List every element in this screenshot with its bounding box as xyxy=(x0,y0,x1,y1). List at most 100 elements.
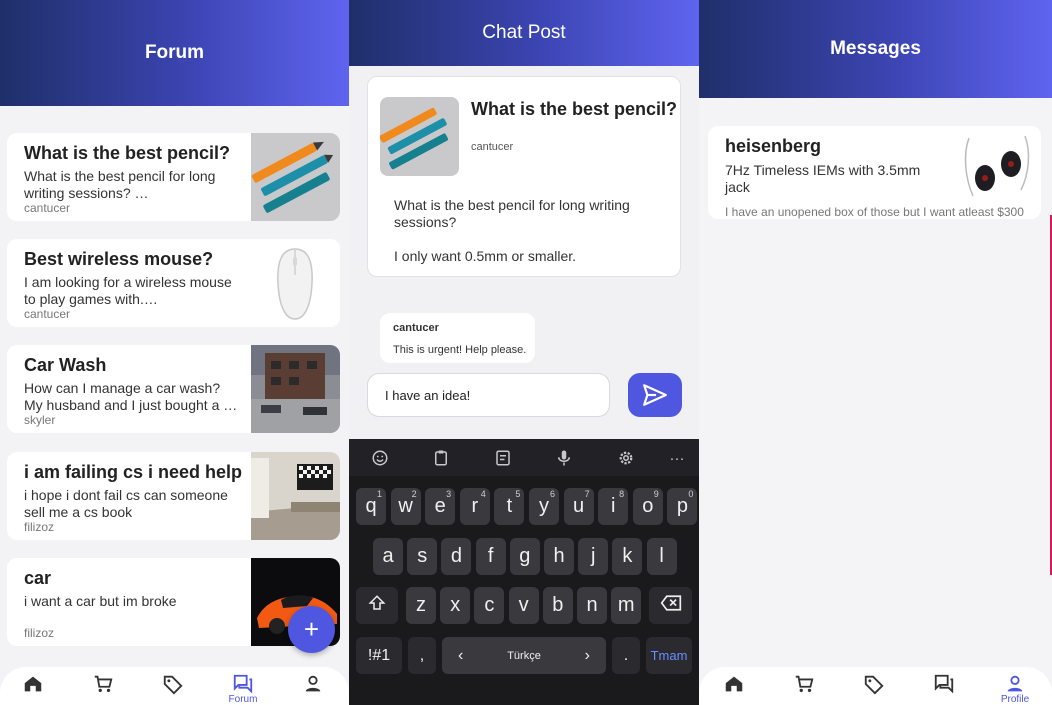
tag-icon xyxy=(864,675,884,695)
post-title: What is the best pencil? xyxy=(471,99,678,119)
key-y[interactable]: y6 xyxy=(529,488,559,525)
key-w-alt: 2 xyxy=(411,489,417,499)
key-r[interactable]: r4 xyxy=(459,488,490,525)
done-key[interactable]: Tmam xyxy=(646,637,692,674)
reply-message: cantucer This is urgent! Help please. xyxy=(380,313,535,363)
key-z[interactable]: z xyxy=(406,587,436,624)
symbols-key-label: !#1 xyxy=(367,646,391,664)
key-y-label: y xyxy=(539,495,549,517)
tab-shop[interactable] xyxy=(784,673,824,705)
key-p[interactable]: p0 xyxy=(667,488,698,525)
space-key[interactable]: ‹ Türkçe › xyxy=(442,637,606,674)
bottom-tab-bar: Profile xyxy=(699,667,1052,705)
key-k[interactable]: k xyxy=(612,538,643,575)
bottom-tab-bar: Forum xyxy=(0,667,349,705)
post-excerpt: What is the best pencil for long writing… xyxy=(24,168,216,201)
key-t[interactable]: t5 xyxy=(494,488,525,525)
comma-key[interactable]: , xyxy=(408,637,436,674)
key-b-label: b xyxy=(552,594,564,616)
comma-key-label: , xyxy=(419,646,425,664)
key-o[interactable]: o9 xyxy=(632,488,663,525)
forum-post-card[interactable]: i am failing cs i need help i hope i don… xyxy=(7,452,340,540)
key-c[interactable]: c xyxy=(474,587,505,624)
text-edit-icon[interactable] xyxy=(492,447,514,469)
post-excerpt: i want a car but im broke xyxy=(24,593,177,609)
key-p-alt: 0 xyxy=(688,489,694,499)
on-screen-keyboard: ··· q1w2e3r4t5y6u7i8o9p0asdfghjklzxcvbnm… xyxy=(349,439,699,705)
forum-title: Forum xyxy=(144,42,205,63)
forum-icon xyxy=(233,674,253,694)
key-i[interactable]: i8 xyxy=(598,488,629,525)
tab-forum-label: Forum xyxy=(228,694,258,705)
key-a[interactable]: a xyxy=(373,538,403,575)
key-t-label: t xyxy=(506,495,513,517)
mouse-image xyxy=(251,239,340,327)
send-icon xyxy=(643,384,667,406)
conversation-item[interactable]: heisenberg 7Hz Timeless IEMs with 3.5mm … xyxy=(708,126,1041,219)
tab-profile[interactable] xyxy=(293,673,333,705)
key-w[interactable]: w2 xyxy=(390,488,421,525)
tag-icon xyxy=(163,675,183,695)
tab-forum[interactable]: Forum xyxy=(223,673,263,705)
backspace-key[interactable] xyxy=(649,587,692,624)
key-l[interactable]: l xyxy=(646,538,677,575)
tab-home[interactable] xyxy=(714,673,754,705)
key-b[interactable]: b xyxy=(542,587,573,624)
forum-post-card[interactable]: Car Wash How can I manage a car wash? My… xyxy=(7,345,340,433)
new-post-button[interactable]: + xyxy=(288,606,335,653)
post-title: car xyxy=(24,568,52,588)
key-s[interactable]: s xyxy=(407,538,438,575)
forum-post-card[interactable]: What is the best pencil? What is the bes… xyxy=(7,133,340,221)
pencils-image xyxy=(251,133,340,221)
key-d[interactable]: d xyxy=(441,538,472,575)
microphone-icon[interactable] xyxy=(553,447,575,469)
key-r-alt: 4 xyxy=(480,489,486,499)
post-title: What is the best pencil? xyxy=(24,143,231,163)
key-g[interactable]: g xyxy=(509,538,540,575)
post-author: skyler xyxy=(24,413,56,427)
key-o-label: o xyxy=(642,495,654,517)
message-input[interactable]: I have an idea! xyxy=(367,373,610,417)
key-u[interactable]: u7 xyxy=(563,488,594,525)
tab-profile[interactable]: Profile xyxy=(995,673,1035,705)
tab-forum[interactable] xyxy=(924,673,964,705)
key-h[interactable]: h xyxy=(544,538,574,575)
key-m[interactable]: m xyxy=(611,587,642,624)
clipboard-icon[interactable] xyxy=(430,447,452,469)
post-excerpt: I am looking for a wireless mouse to pla… xyxy=(24,274,232,307)
conversation-sender: heisenberg xyxy=(725,136,822,156)
send-button[interactable] xyxy=(628,373,682,417)
key-x[interactable]: x xyxy=(440,587,471,624)
key-j[interactable]: j xyxy=(578,538,609,575)
post-author: filizoz xyxy=(24,520,55,534)
tab-deals[interactable] xyxy=(153,673,193,705)
settings-icon[interactable] xyxy=(615,447,637,469)
tab-deals[interactable] xyxy=(854,673,894,705)
tab-home[interactable] xyxy=(13,673,53,705)
tab-shop[interactable] xyxy=(83,673,123,705)
more-icon[interactable]: ··· xyxy=(666,447,688,469)
post-excerpt: How can I manage a car wash? My husband … xyxy=(24,380,238,413)
cart-icon xyxy=(94,675,113,693)
emoji-icon[interactable] xyxy=(369,447,391,469)
post-author: cantucer xyxy=(24,307,71,321)
key-q[interactable]: q1 xyxy=(356,488,386,525)
symbols-key[interactable]: !#1 xyxy=(356,637,402,674)
chat-header: Chat Post xyxy=(349,0,699,66)
messages-title: Messages xyxy=(830,38,921,59)
key-n[interactable]: n xyxy=(577,587,607,624)
key-e[interactable]: e3 xyxy=(425,488,456,525)
key-i-alt: 8 xyxy=(619,489,625,499)
key-t-alt: 5 xyxy=(515,489,521,499)
shift-key[interactable] xyxy=(356,587,398,624)
period-key[interactable]: . xyxy=(612,637,640,674)
forum-screen: Forum What is the best pencil? What is t… xyxy=(0,0,349,705)
key-y-alt: 6 xyxy=(549,489,555,499)
key-d-label: d xyxy=(450,545,462,567)
key-v[interactable]: v xyxy=(508,587,539,624)
key-c-label: c xyxy=(484,594,495,616)
key-f[interactable]: f xyxy=(475,538,506,575)
earphones-image xyxy=(959,134,1035,204)
forum-post-card[interactable]: Best wireless mouse? I am looking for a … xyxy=(7,239,340,327)
person-icon xyxy=(305,675,321,692)
